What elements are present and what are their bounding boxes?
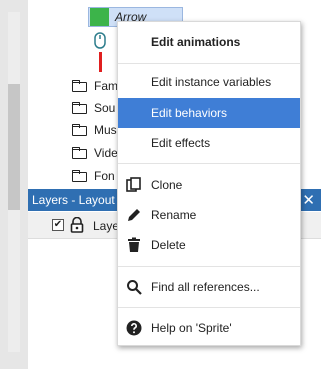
scrollbar-thumb[interactable]	[8, 84, 20, 210]
menu-item-delete[interactable]: Delete	[118, 230, 300, 260]
menu-item-label: Edit behaviors	[151, 106, 228, 120]
menu-item-label: Rename	[151, 208, 197, 222]
menu-item-label: Edit instance variables	[151, 75, 272, 89]
menu-separator	[118, 307, 300, 308]
folder-label: Sou	[94, 101, 116, 115]
folder-icon	[72, 124, 88, 136]
menu-item-label: Help on 'Sprite'	[151, 321, 232, 335]
layer-visible-checkbox[interactable]: ✔	[52, 219, 64, 231]
red-marker	[99, 52, 102, 72]
layers-panel-title: Layers - Layout	[32, 193, 115, 207]
tree-folder[interactable]: Fam	[72, 76, 118, 96]
menu-item-label: Clone	[151, 178, 183, 192]
menu-item-label: Find all references...	[151, 280, 260, 294]
help-icon	[126, 320, 142, 336]
menu-separator	[118, 266, 300, 267]
folder-icon	[72, 102, 88, 114]
tree-folder[interactable]: Mus	[72, 120, 117, 140]
lock-icon[interactable]	[70, 217, 84, 233]
menu-item-edit-instance-variables[interactable]: Edit instance variables	[118, 67, 300, 97]
menu-item-edit-effects[interactable]: Edit effects	[118, 128, 300, 158]
pencil-icon	[128, 209, 140, 221]
tree-folder[interactable]: Fon	[72, 166, 115, 186]
folder-icon	[72, 170, 88, 182]
menu-item-edit-animations[interactable]: Edit animations	[118, 27, 300, 57]
magnifier-icon	[127, 280, 142, 295]
folder-label: Fam	[94, 79, 118, 93]
menu-item-find-references[interactable]: Find all references...	[118, 272, 300, 302]
close-icon[interactable]: ✕	[302, 191, 315, 209]
folder-label: Mus	[94, 123, 117, 137]
menu-item-help[interactable]: Help on 'Sprite'	[118, 313, 300, 343]
sprite-thumbnail	[90, 8, 109, 26]
trash-icon	[128, 237, 140, 252]
folder-label: Fon	[94, 169, 115, 183]
menu-item-edit-behaviors[interactable]: Edit behaviors	[118, 98, 300, 128]
menu-item-rename[interactable]: Rename	[118, 200, 300, 230]
menu-item-label: Edit animations	[151, 35, 241, 49]
tree-folder[interactable]: Sou	[72, 98, 115, 118]
menu-separator	[118, 163, 300, 164]
mouse-icon	[94, 32, 106, 49]
context-menu: Edit animations Edit instance variables …	[117, 21, 301, 346]
menu-item-label: Delete	[151, 238, 186, 252]
left-scrollbar[interactable]	[0, 0, 28, 369]
menu-item-label: Edit effects	[151, 136, 211, 150]
layer-name: Laye	[93, 219, 120, 233]
tree-folder[interactable]: Vide	[72, 143, 118, 163]
folder-icon	[72, 80, 88, 92]
folder-icon	[72, 147, 88, 159]
folder-label: Vide	[94, 146, 118, 160]
menu-separator	[118, 63, 300, 64]
menu-item-clone[interactable]: Clone	[118, 170, 300, 200]
clone-icon	[126, 177, 141, 192]
